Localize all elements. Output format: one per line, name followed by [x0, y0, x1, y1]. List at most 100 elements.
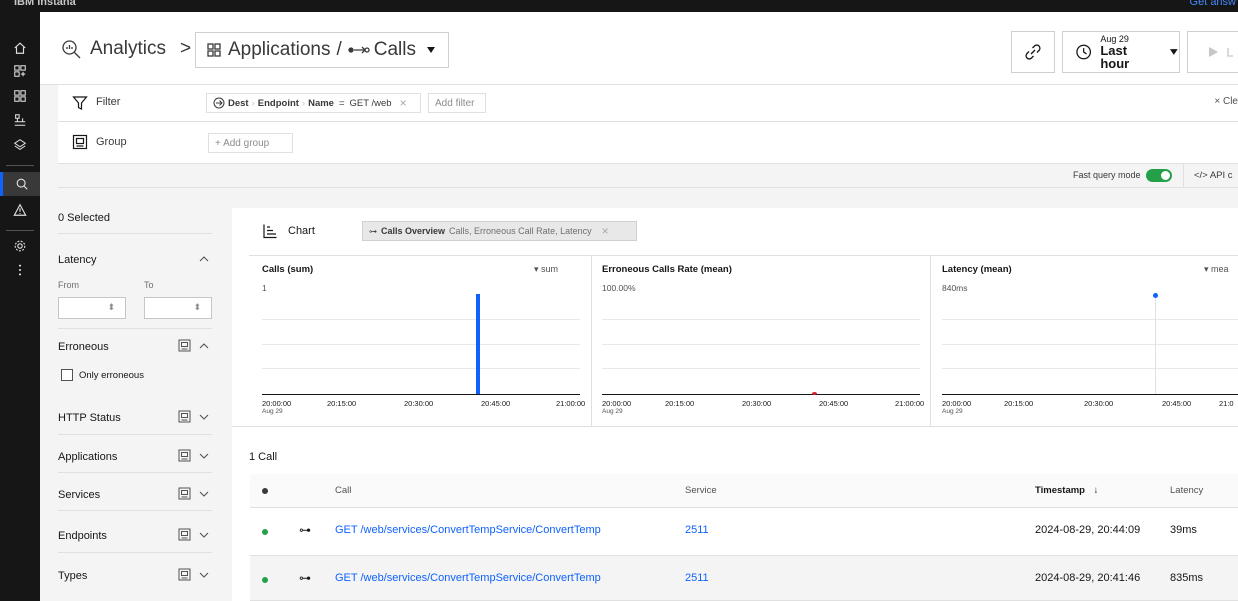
clear-filters-button[interactable]: × Cle	[1214, 96, 1238, 107]
filter-chip-endpoint: Endpoint	[257, 97, 299, 109]
x-tick: 20:30:00	[404, 399, 434, 408]
chevron-up-icon[interactable]	[199, 342, 209, 350]
endpoints-facet-label[interactable]: Endpoints	[58, 530, 107, 542]
erroneous-facet-label[interactable]: Erroneous	[58, 341, 109, 353]
remove-overview-icon[interactable]: ×	[602, 224, 609, 238]
home-icon[interactable]	[0, 36, 40, 60]
table-row[interactable]: ⊶ GET /web/services/ConvertTempService/C…	[250, 508, 1238, 556]
latency-aggregation-dropdown[interactable]: ▾ mea	[1204, 264, 1229, 275]
group-by-icon[interactable]	[178, 410, 191, 423]
x-tick: 20:15:00	[1004, 399, 1034, 408]
filter-chip-dest: Dest	[228, 97, 249, 109]
settings-gear-icon[interactable]	[0, 234, 40, 258]
calls-aggregation-dropdown[interactable]: ▾ sum	[534, 264, 558, 275]
share-link-button[interactable]	[1011, 31, 1055, 73]
call-link[interactable]: GET /web/services/ConvertTempService/Con…	[335, 524, 601, 536]
nav-separator	[6, 230, 34, 231]
call-type-icon: ⊶	[299, 571, 311, 585]
applications-facet-label[interactable]: Applications	[58, 451, 117, 463]
calls-icon	[348, 46, 370, 54]
column-header-service[interactable]: Service	[685, 485, 717, 496]
group-icon	[72, 134, 88, 150]
x-tick: 20:00:00 Aug 29	[262, 399, 292, 415]
latency-from-input[interactable]: ⬍	[58, 297, 126, 319]
chevron-down-icon[interactable]	[199, 531, 209, 539]
latency-point[interactable]	[1153, 292, 1158, 298]
fast-query-toggle[interactable]	[1146, 169, 1172, 182]
applications-icon[interactable]	[0, 84, 40, 108]
chevron-down-icon[interactable]	[199, 452, 209, 460]
breadcrumb-analytics[interactable]: Analytics	[90, 38, 166, 60]
get-answers-link[interactable]: Get answ	[1190, 0, 1236, 8]
call-latency: 39ms	[1170, 524, 1197, 536]
latency-from-label: From	[58, 280, 79, 290]
platforms-icon[interactable]	[0, 133, 40, 157]
group-by-icon[interactable]	[178, 568, 191, 581]
group-by-icon[interactable]	[178, 528, 191, 541]
call-latency: 835ms	[1170, 572, 1204, 584]
latency-y-max: 840ms	[942, 283, 968, 293]
add-group-button[interactable]: + Add group	[208, 133, 293, 153]
dashboards-icon[interactable]	[0, 59, 40, 83]
chevron-down-icon[interactable]	[199, 413, 209, 421]
group-by-icon[interactable]	[178, 339, 191, 352]
filter-label: Filter	[96, 96, 121, 108]
calls-overview-chip[interactable]: ⊶ Calls Overview Calls, Erroneous Call R…	[362, 221, 637, 241]
filter-chip-dest-endpoint-name[interactable]: Dest › Endpoint › Name = GET /web ×	[206, 93, 421, 113]
group-by-icon[interactable]	[178, 449, 191, 462]
types-facet-label[interactable]: Types	[58, 570, 87, 582]
live-play-button[interactable]	[1187, 31, 1238, 73]
play-icon	[1209, 47, 1218, 57]
service-link[interactable]: 2511	[685, 524, 709, 536]
infrastructure-icon[interactable]	[0, 108, 40, 132]
breadcrumb-applications: Applications	[228, 39, 331, 60]
calls-chart-title: Calls (sum)	[262, 264, 314, 275]
table-row[interactable]: ⊶ GET /web/services/ConvertTempService/C…	[250, 556, 1238, 601]
destination-icon	[213, 97, 225, 109]
x-tick: 21:00:00	[895, 399, 925, 408]
remove-filter-icon[interactable]: ×	[400, 96, 407, 110]
calls-y-max: 1	[262, 283, 267, 293]
only-erroneous-label: Only erroneous	[79, 370, 144, 381]
filter-chip-name: Name	[308, 97, 334, 109]
group-by-icon[interactable]	[178, 487, 191, 500]
only-erroneous-checkbox[interactable]	[61, 369, 73, 381]
filter-bar: Filter Dest › Endpoint › Name = GET /web…	[58, 85, 1238, 122]
link-icon	[1025, 44, 1041, 60]
erroneous-point[interactable]	[812, 392, 817, 395]
calls-overview-metrics: Calls, Erroneous Call Rate, Latency	[449, 226, 592, 236]
applications-calls-selector[interactable]: Applications / Calls	[195, 32, 449, 68]
services-facet-label[interactable]: Services	[58, 489, 100, 501]
page-header: Analytics > Applications / Calls Aug 29 …	[40, 12, 1238, 85]
x-tick: 20:15:00	[327, 399, 357, 408]
analytics-icon[interactable]	[0, 172, 40, 196]
events-warning-icon[interactable]	[0, 198, 40, 222]
latency-to-input[interactable]: ⬍	[144, 297, 212, 319]
call-link[interactable]: GET /web/services/ConvertTempService/Con…	[335, 572, 601, 584]
stepper-icon[interactable]: ⬍	[107, 302, 115, 313]
chevron-down-icon[interactable]	[199, 571, 209, 579]
analytics-search-icon	[62, 40, 81, 59]
time-range-picker[interactable]: Aug 29 Last hour	[1062, 31, 1180, 73]
call-timestamp: 2024-08-29, 20:41:46	[1035, 572, 1141, 584]
latency-facet-label[interactable]: Latency	[58, 254, 97, 266]
caret-down-icon	[1170, 49, 1179, 55]
column-header-call[interactable]: Call	[335, 485, 351, 496]
chevron-up-icon[interactable]	[199, 255, 209, 263]
x-tick: 21:0	[1219, 399, 1234, 408]
toggle-knob	[1161, 171, 1170, 180]
api-query-button[interactable]: </> API c	[1194, 170, 1233, 181]
column-header-latency[interactable]: Latency	[1170, 485, 1203, 496]
calls-bar[interactable]	[476, 294, 480, 394]
erroneous-chart-title: Erroneous Calls Rate (mean)	[602, 264, 732, 275]
column-header-timestamp[interactable]: Timestamp ↓	[1035, 485, 1098, 496]
sort-descending-icon[interactable]: ↓	[1094, 485, 1099, 496]
http-status-facet-label[interactable]: HTTP Status	[58, 412, 121, 424]
add-filter-button[interactable]: Add filter	[428, 93, 486, 113]
stepper-icon[interactable]: ⬍	[193, 302, 201, 313]
more-vertical-icon[interactable]	[0, 258, 40, 282]
x-tick: 21:00:00	[556, 399, 586, 408]
chevron-down-icon[interactable]	[199, 490, 209, 498]
service-link[interactable]: 2511	[685, 572, 709, 584]
status-ok-dot	[262, 529, 268, 535]
